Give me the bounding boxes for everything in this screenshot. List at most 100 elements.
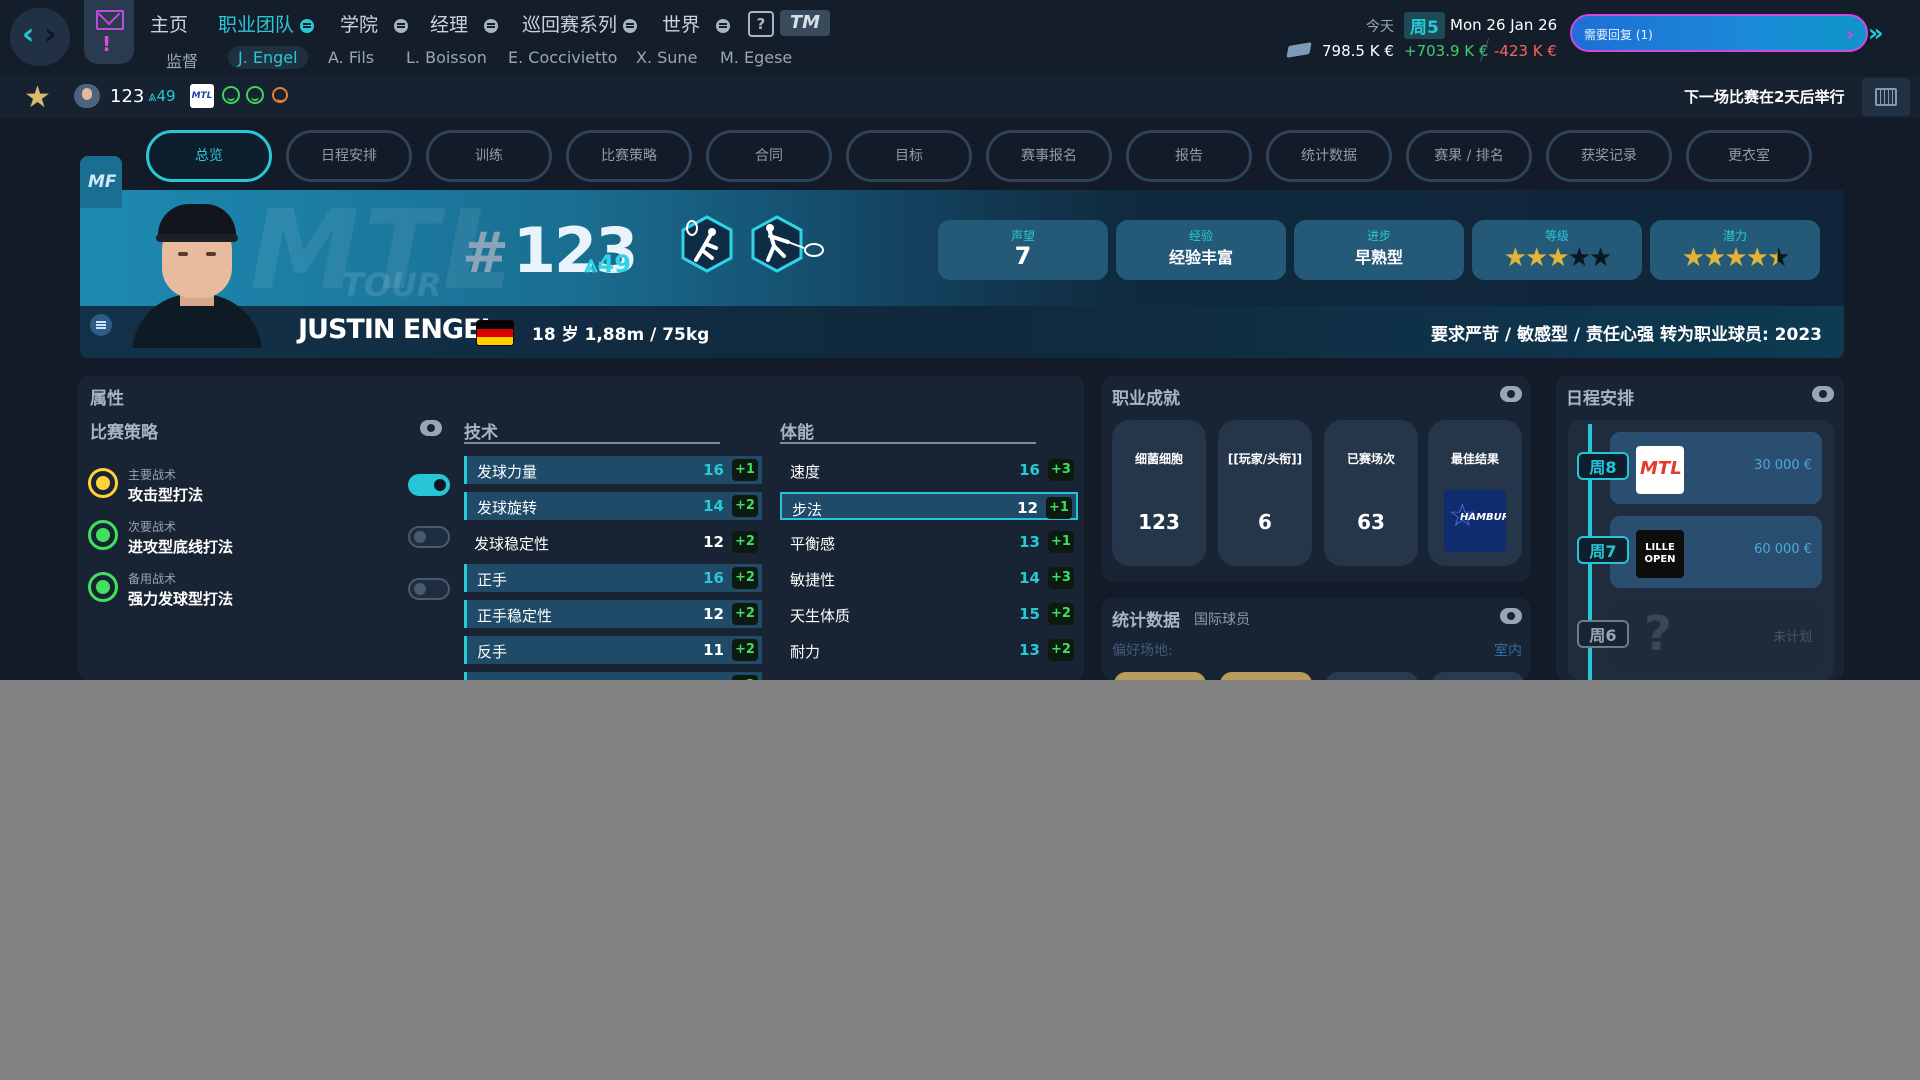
submenu-player-a-fils[interactable]: A. Fils [328,48,374,67]
level-card: 等级 ★★★★★ [1472,220,1642,280]
needs-reply-button[interactable]: 需要回复 (1) › [1570,14,1868,52]
star-icon: ★ [1766,243,1790,273]
tour-watermark: TOUR [342,266,442,304]
continue-button[interactable]: » [1868,18,1904,48]
income: +703.9 K € [1404,42,1489,60]
career-card-best-result[interactable]: 最佳结果 ☆HAMBURG [1428,420,1522,566]
attribute-row[interactable]: 正手稳定性 12 +2 [464,600,762,628]
reputation-value: 7 [1014,242,1032,270]
tactic-type: 备用战术 [128,572,177,586]
tab-6[interactable]: 目标 [846,130,972,182]
submenu-player-j-engel[interactable]: J. Engel [228,46,308,69]
player-list-icon[interactable] [90,314,112,336]
attribute-delta: +1 [1046,497,1072,519]
attribute-name: 反手稳定性 [477,677,552,680]
attribute-row[interactable]: 平衡感 13 +1 [780,528,1078,556]
expense: -423 K € [1494,42,1557,60]
tab-2[interactable]: 日程安排 [286,130,412,182]
attribute-row[interactable]: 耐力 13 +2 [780,636,1078,664]
toggle-visibility-icon[interactable] [1500,608,1522,624]
tactic-row[interactable]: 次要战术 进攻型底线打法 [88,512,450,568]
attribute-delta: +2 [1048,603,1074,625]
calendar-button[interactable] [1862,78,1910,116]
tab-11[interactable]: 获奖记录 [1546,130,1672,182]
mf-badge: MF [80,156,122,208]
tab-9[interactable]: 统计数据 [1266,130,1392,182]
toggle-visibility-icon[interactable] [420,420,442,436]
tactic-radio-icon[interactable] [88,468,118,498]
schedule-item-week8[interactable]: MTL 30 000 € [1610,432,1822,504]
tab-4[interactable]: 比赛策略 [566,130,692,182]
attribute-value: 12 [1017,499,1038,517]
tab-1[interactable]: 总览 [146,130,272,182]
mail-icon [96,10,124,30]
attribute-row[interactable]: 敏捷性 14 +3 [780,564,1078,592]
attribute-row[interactable]: 发球力量 16 +1 [464,456,762,484]
tab-10[interactable]: 赛果 / 排名 [1406,130,1532,182]
menu-home[interactable]: 主页 [150,10,188,37]
menu-pro-team[interactable]: 职业团队 [218,10,315,37]
attribute-row[interactable]: 天生体质 15 +2 [780,600,1078,628]
tab-3[interactable]: 训练 [426,130,552,182]
tactic-toggle[interactable] [408,526,450,548]
help-button[interactable]: ? [748,11,774,37]
star-icon: ★ [1703,243,1726,273]
potential-stars: ★★★★★ [1650,244,1820,272]
tactic-radio-icon[interactable] [88,520,118,550]
attribute-row[interactable]: 正手 16 +2 [464,564,762,592]
attribute-delta: +1 [732,459,758,481]
tab-8[interactable]: 报告 [1126,130,1252,182]
menu-list-icon[interactable] [716,18,731,33]
tm-logo[interactable]: TM [780,10,830,36]
tactic-row[interactable]: 主要战术 攻击型打法 [88,460,450,516]
menu-list-icon[interactable] [623,18,638,33]
attribute-value: 13 [1019,641,1040,659]
attribute-row[interactable]: 反手 11 +2 [464,636,762,664]
back-arrow-icon[interactable]: ‹ [22,20,34,50]
inbox-button[interactable]: ! [84,0,134,64]
submenu-player-m-egese[interactable]: M. Egese [720,48,792,67]
tab-7[interactable]: 赛事报名 [986,130,1112,182]
attribute-row[interactable]: 速度 16 +3 [780,456,1078,484]
schedule-item-week6[interactable]: ? 未计划 [1610,600,1822,672]
menu-list-icon[interactable] [300,18,315,33]
tab-5[interactable]: 合同 [706,130,832,182]
mtl-logo: MTL [1636,446,1684,494]
tactic-row[interactable]: 备用战术 强力发球型打法 [88,564,450,620]
attribute-row[interactable]: 发球旋转 14 +2 [464,492,762,520]
attribute-row[interactable]: 心理 [780,672,1078,680]
submenu-player-x-sune[interactable]: X. Sune [636,48,697,67]
money-icon [1286,42,1312,58]
attribute-row[interactable]: 反手稳定性 10 +2 [464,672,762,680]
attribute-value: 12 [703,605,724,623]
tactic-toggle[interactable] [408,474,450,496]
menu-list-icon[interactable] [394,18,409,33]
tactic-radio-icon[interactable] [88,572,118,602]
attribute-delta: +2 [732,567,758,589]
menu-manager[interactable]: 经理 [430,10,499,37]
balance: 798.5 K € [1322,42,1394,60]
menu-list-icon[interactable] [484,18,499,33]
menu-tour-series[interactable]: 巡回赛系列 [522,10,638,37]
toggle-visibility-icon[interactable] [1812,386,1834,402]
submenu-player-l-boisson[interactable]: L. Boisson [406,48,487,67]
forward-arrow-icon[interactable]: › [44,20,56,50]
favorite-star-icon[interactable]: ★ [24,80,51,115]
quick-rank-change-value: 49 [156,87,176,105]
submenu-player-e-coccivietto[interactable]: E. Coccivietto [508,48,617,67]
star-icon: ★ [1745,243,1769,273]
next-match-info: 下一场比赛在2天后举行 [1684,88,1845,106]
menu-world[interactable]: 世界 [662,10,731,37]
toggle-visibility-icon[interactable] [1500,386,1522,402]
back-forward-control[interactable]: ‹ › [10,8,70,66]
attribute-row[interactable]: 步法 12 +1 [780,492,1078,520]
tab-12[interactable]: 更衣室 [1686,130,1812,182]
menu-academy[interactable]: 学院 [340,10,409,37]
schedule-item-week7[interactable]: LILLE OPEN 60 000 € [1610,516,1822,588]
attribute-name: 发球旋转 [477,499,538,517]
attribute-row[interactable]: 发球稳定性 12 +2 [464,528,762,556]
prize-money: 30 000 € [1754,458,1812,473]
tactic-toggle[interactable] [408,578,450,600]
submenu-supervise[interactable]: 监督 [166,48,198,72]
attribute-delta: +2 [732,603,758,625]
